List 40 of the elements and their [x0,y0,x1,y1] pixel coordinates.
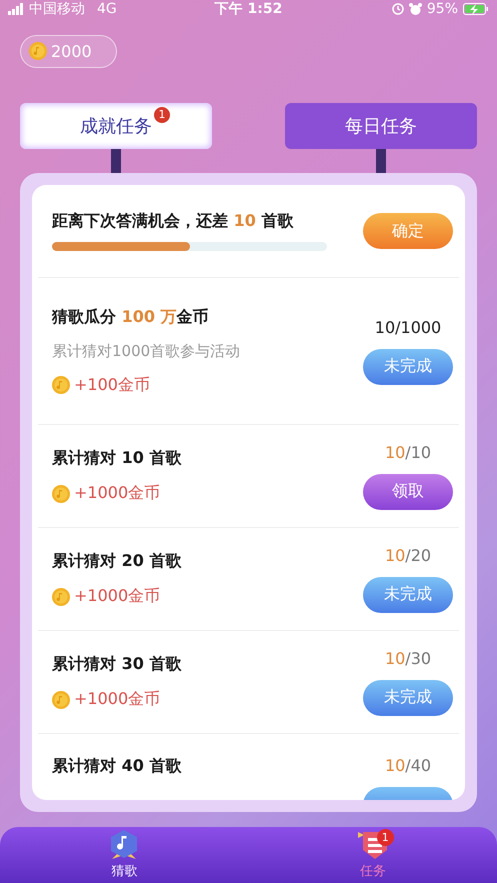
nav-tab[interactable]: 猜歌 [79,827,170,883]
task-progress: 10/40 [384,756,432,775]
task-progress: 10/20 [384,546,432,564]
tab[interactable]: 每日任务 [285,103,477,149]
reward-amount: +100金币 [74,374,150,396]
clock-time: 下午 1:52 [214,1,282,18]
task-title: 距离下次答满机会，还差 10 首歌 [52,211,294,232]
task-progress: 10/1000 [374,318,442,336]
nav-tab[interactable]: 任务 1 [328,827,418,883]
task-button[interactable]: 确定 [363,213,453,249]
sign-post [111,149,121,173]
network-type: 4G [97,1,117,18]
task-title: 猜歌瓜分 100 万金币 [52,306,210,328]
task-button[interactable]: 未完成 [363,576,453,612]
task-progress: 10/30 [384,648,432,668]
task-button[interactable]: 未完成 [363,680,453,716]
task-title: 累计猜对 20 首歌 [52,551,182,572]
notification-badge: 1 [154,107,170,123]
reward-amount: +1000金币 [74,689,160,710]
reward-amount: +1000金币 [74,586,160,607]
task-button[interactable]: 未完成 [363,348,453,384]
task-title: 累计猜对 40 首歌 [52,756,182,777]
coin-amount: 2000 [51,42,92,61]
task-title: 累计猜对 30 首歌 [52,654,182,675]
task-title: 累计猜对 10 首歌 [52,448,182,469]
carrier-name: 中国移动 [29,0,85,18]
coin-icon [52,690,70,708]
coin-icon [52,484,70,502]
tab[interactable]: 成就任务 1 [20,103,212,149]
task-description: 累计猜对1000首歌参与活动 [52,342,242,360]
battery-percent: 95% [426,1,458,18]
signal-icon [8,3,23,16]
coin-icon [52,376,70,394]
task-progress: 10/10 [384,442,432,462]
reward-amount: +1000金币 [74,483,160,504]
coin-icon [52,588,70,606]
coin-icon [29,42,47,60]
sign-post [376,149,386,173]
notification-badge: 1 [376,829,394,846]
task-button[interactable]: 领取 [363,474,453,510]
